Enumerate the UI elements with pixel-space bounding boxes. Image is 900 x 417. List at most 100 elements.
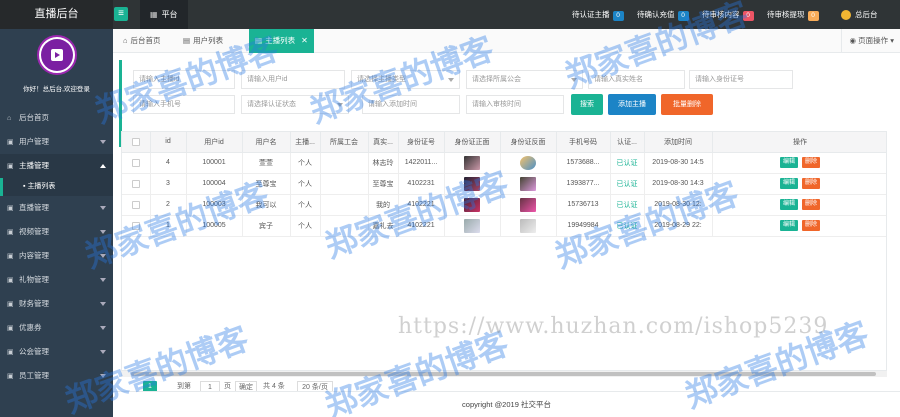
sidebar-item-gift[interactable]: ▣ 礼物管理 — [0, 268, 113, 292]
table-row: 4 100001 萱萱 个人 林志玲 1422011... 1573688...… — [122, 152, 886, 174]
user-name: 总后台 — [855, 10, 878, 19]
sidebar-item-home[interactable]: ⌂ 后台首页 — [0, 106, 113, 130]
add-anchor-button[interactable]: 添加主播 — [608, 94, 656, 115]
search-button[interactable]: 搜索 — [571, 94, 603, 115]
coupon-icon: ▣ — [7, 325, 14, 332]
col-idcard-back[interactable]: 身份证反面 — [500, 132, 557, 153]
col-idcard[interactable]: 身份证号 — [398, 132, 445, 153]
pending-anchor-auth[interactable]: 待认证主播 0 — [572, 0, 624, 29]
idcard-back-thumb[interactable] — [500, 152, 557, 174]
delete-button[interactable]: 删除 — [802, 178, 821, 189]
pending-content[interactable]: 待审核内容 0 — [702, 0, 754, 29]
page-tabs: ⌂ 后台首页 ▤ 用户列表 ▤ 主播列表 ✕ ◉ 页面操作 ▾ — [113, 29, 900, 53]
sidebar-item-video[interactable]: ▣ 视频管理 — [0, 220, 113, 244]
guild-select[interactable]: 请选择所属公会 — [466, 70, 583, 89]
page-operations-menu[interactable]: ◉ 页面操作 ▾ — [840, 29, 894, 53]
idcard-input[interactable]: 请输入身份证号 — [689, 70, 793, 89]
col-auth-status[interactable]: 认证... — [610, 132, 645, 153]
delete-button[interactable]: 删除 — [802, 157, 821, 168]
col-user-id[interactable]: 用户id — [186, 132, 243, 153]
tab-user-list[interactable]: ▤ 用户列表 — [177, 29, 229, 53]
close-icon[interactable]: ✕ — [301, 36, 308, 45]
edit-button[interactable]: 编辑 — [779, 157, 798, 168]
edit-button[interactable]: 编辑 — [779, 199, 798, 210]
idcard-back-thumb[interactable] — [500, 173, 557, 195]
tab-home[interactable]: ⌂ 后台首页 — [117, 29, 167, 53]
row-checkbox[interactable] — [122, 215, 151, 237]
sidebar-item-anchors[interactable]: ▣ 主播管理 — [0, 154, 113, 178]
col-realname[interactable]: 真实... — [368, 132, 399, 153]
sidebar-item-users[interactable]: ▣ 用户管理 — [0, 130, 113, 154]
platform-tab-label: 平台 — [161, 10, 178, 19]
col-id[interactable]: id — [150, 132, 187, 153]
chevron-down-icon: ▾ — [888, 36, 894, 45]
home-icon: ⌂ — [123, 36, 128, 45]
realname-input[interactable]: 请输入真实姓名 — [588, 70, 685, 89]
sidebar-subitem-anchor-list[interactable]: ▪ 主播列表 — [0, 178, 113, 196]
guild-icon: ▣ — [7, 349, 14, 356]
col-add-time[interactable]: 添加时间 — [644, 132, 713, 153]
content-icon: ▣ — [7, 253, 14, 260]
select-all-checkbox[interactable] — [122, 132, 151, 153]
platform-tab[interactable]: ▦ 平台 — [140, 0, 188, 29]
idcard-back-thumb[interactable] — [500, 215, 557, 237]
chevron-down-icon — [100, 140, 106, 144]
row-checkbox[interactable] — [122, 194, 151, 216]
home-icon: ⌂ — [7, 115, 12, 122]
sidebar-item-content[interactable]: ▣ 内容管理 — [0, 244, 113, 268]
chevron-down-icon — [100, 326, 106, 330]
hamburger-icon[interactable]: ≡ — [114, 7, 128, 21]
anchor-id-input[interactable]: 请输入主播id — [133, 70, 235, 89]
anchor-type-select[interactable]: 请选择主播类型 — [351, 70, 460, 89]
grid-icon: ▦ — [150, 10, 158, 19]
col-idcard-front[interactable]: 身份证正面 — [444, 132, 501, 153]
sidebar-item-coupon[interactable]: ▣ 优惠券 — [0, 316, 113, 340]
live-icon: ▣ — [7, 205, 14, 212]
batch-delete-button[interactable]: 批量删除 — [661, 94, 713, 115]
col-guild[interactable]: 所属工会 — [320, 132, 369, 153]
row-checkbox[interactable] — [122, 173, 151, 195]
pending-recharge[interactable]: 待确认充值 0 — [637, 0, 689, 29]
chevron-down-icon — [100, 230, 106, 234]
idcard-front-thumb[interactable] — [444, 215, 501, 237]
idcard-front-thumb[interactable] — [444, 152, 501, 174]
auth-status-select[interactable]: 请选择认证状态 — [241, 95, 349, 114]
scrollbar-thumb[interactable] — [131, 372, 876, 376]
sidebar-item-guild[interactable]: ▣ 公会管理 — [0, 340, 113, 364]
status-badge: 已认证 — [610, 194, 645, 216]
user-menu[interactable]: 总后台 — [841, 0, 878, 29]
edit-button[interactable]: 编辑 — [779, 220, 798, 231]
audittime-input[interactable]: 请输入审核时间 — [466, 95, 564, 114]
chevron-down-icon — [100, 302, 106, 306]
count-badge: 0 — [807, 11, 819, 21]
video-icon: ▣ — [7, 229, 14, 236]
sidebar-item-staff[interactable]: ▣ 员工管理 — [0, 364, 113, 388]
chevron-down-icon — [100, 374, 106, 378]
idcard-back-thumb[interactable] — [500, 194, 557, 216]
idcard-front-thumb[interactable] — [444, 194, 501, 216]
addtime-input[interactable]: 请输入添加时间 — [362, 95, 460, 114]
col-anchor-type[interactable]: 主播... — [290, 132, 321, 153]
delete-button[interactable]: 删除 — [802, 220, 821, 231]
col-username[interactable]: 用户名 — [242, 132, 291, 153]
horizontal-scrollbar[interactable] — [121, 371, 887, 377]
idcard-front-thumb[interactable] — [444, 173, 501, 195]
delete-button[interactable]: 删除 — [802, 199, 821, 210]
user-id-input[interactable]: 请输入用户id — [241, 70, 345, 89]
row-checkbox[interactable] — [122, 152, 151, 174]
welcome-text: 你好！总后台,欢迎登录 — [23, 86, 90, 93]
staff-icon: ▣ — [7, 373, 14, 380]
chevron-down-icon — [100, 206, 106, 210]
col-phone[interactable]: 手机号码 — [556, 132, 611, 153]
chevron-up-icon — [100, 164, 106, 168]
phone-input[interactable]: 请输入手机号 — [133, 95, 235, 114]
sidebar-item-finance[interactable]: ▣ 财务管理 — [0, 292, 113, 316]
tab-anchor-list[interactable]: ▤ 主播列表 ✕ — [249, 29, 314, 53]
footer: copyright @2019 社交平台 — [113, 391, 900, 417]
edit-button[interactable]: 编辑 — [779, 178, 798, 189]
table-row: 2 100003 我可以 个人 我的 4102221 15736713 已认证 … — [122, 194, 886, 216]
chevron-down-icon — [100, 350, 106, 354]
sidebar-item-live[interactable]: ▣ 直播管理 — [0, 196, 113, 220]
pending-withdraw[interactable]: 待审核提现 0 — [767, 0, 819, 29]
user-icon: ▣ — [7, 139, 14, 146]
